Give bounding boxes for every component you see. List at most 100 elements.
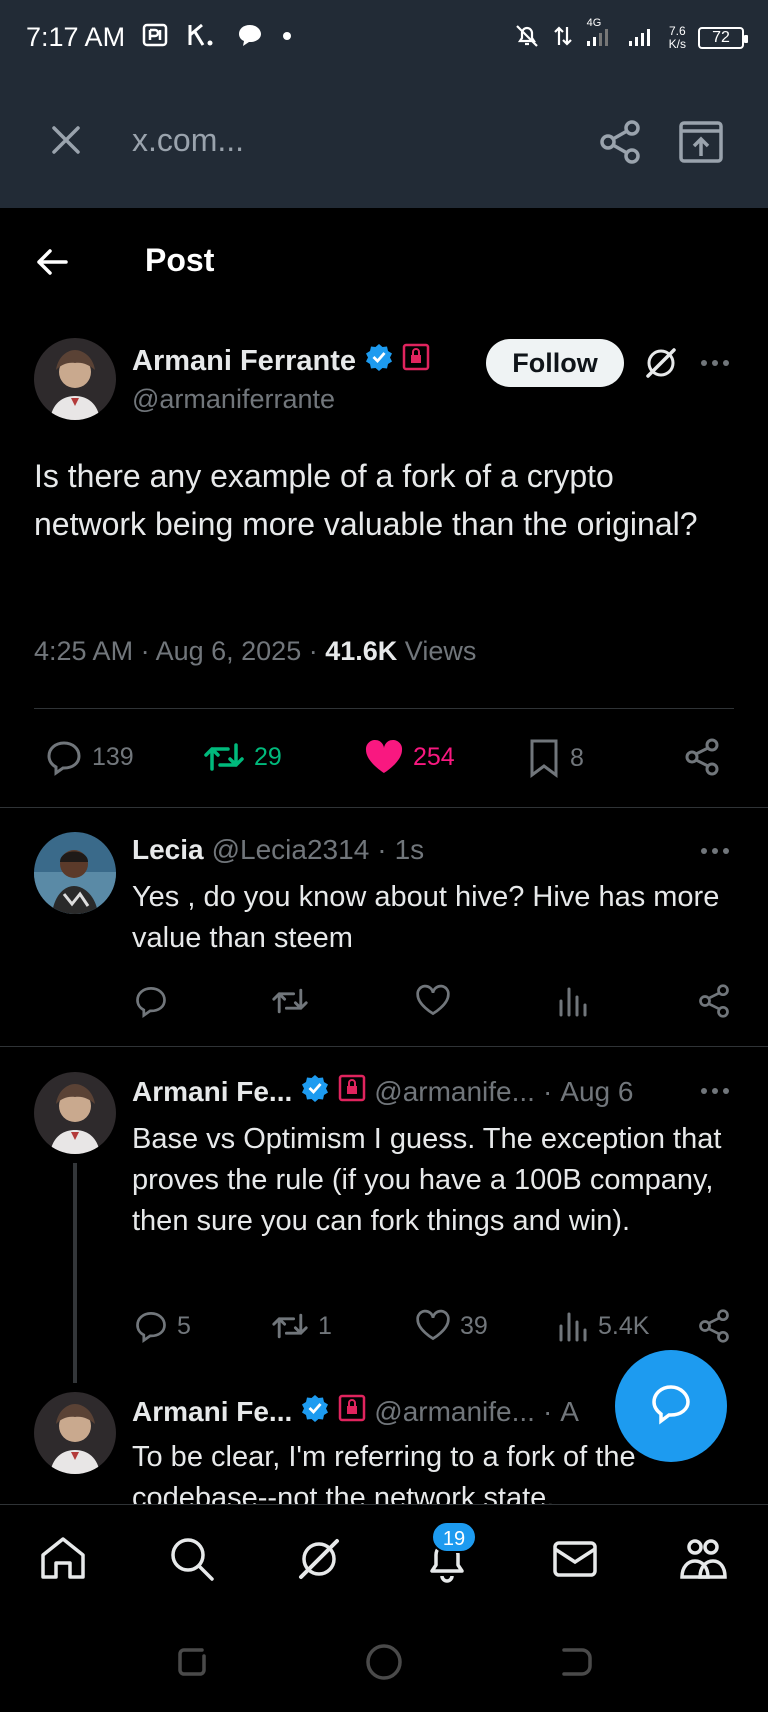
- reply-author-handle[interactable]: @Lecia2314: [212, 834, 370, 866]
- views-icon: [556, 1308, 590, 1344]
- heart-icon[interactable]: [414, 983, 452, 1024]
- author-name[interactable]: Armani Ferrante: [132, 345, 356, 378]
- speed-unit: K/s: [668, 36, 686, 51]
- follow-button[interactable]: Follow: [486, 339, 624, 387]
- reply-time[interactable]: Aug 6: [560, 1076, 633, 1108]
- k-app-icon: [186, 22, 218, 53]
- divider: [0, 1046, 768, 1047]
- author-avatar[interactable]: [34, 338, 116, 420]
- thread-line: [73, 1163, 77, 1383]
- back-arrow-icon[interactable]: [34, 244, 70, 280]
- repost-count: 1: [318, 1311, 332, 1340]
- recents-icon[interactable]: [172, 1642, 212, 1682]
- bookmark-icon: [526, 737, 562, 779]
- share-icon[interactable]: [596, 118, 644, 166]
- divider: [34, 708, 734, 709]
- search-icon[interactable]: [166, 1533, 218, 1585]
- more-options-icon[interactable]: [698, 836, 732, 866]
- reply-icon[interactable]: [133, 983, 169, 1024]
- notifications-badge: 19: [431, 1521, 477, 1553]
- views-label: Views: [404, 636, 477, 666]
- repost-count: 29: [254, 742, 282, 771]
- speed-value: 7.6: [668, 23, 686, 38]
- more-options-icon[interactable]: [698, 348, 732, 378]
- data-transfer-icon: [553, 23, 573, 52]
- share-icon: [682, 737, 722, 777]
- post-text: Is there any example of a fork of a cryp…: [34, 458, 698, 542]
- heart-filled-icon: [363, 737, 405, 777]
- like-action[interactable]: 254: [363, 737, 455, 777]
- reply-avatar[interactable]: [34, 1072, 116, 1154]
- author-name-row: Armani Ferrante: [132, 342, 430, 380]
- reply-author-handle[interactable]: @armanife...: [374, 1076, 535, 1108]
- status-system-icons: 4G 7.6 K/s 72: [513, 17, 748, 53]
- views-icon[interactable]: [556, 983, 590, 1024]
- views-action[interactable]: 5.4K: [556, 1308, 649, 1344]
- share-action[interactable]: [682, 737, 722, 777]
- home-icon[interactable]: [37, 1533, 89, 1585]
- grok-icon[interactable]: [293, 1533, 345, 1585]
- chat-bubble-icon: [236, 22, 264, 53]
- grok-icon[interactable]: [642, 344, 680, 382]
- reply-text: Base vs Optimism I guess. The exception …: [132, 1123, 722, 1237]
- browser-toolbar: x.com...: [0, 80, 768, 208]
- status-time: 7:17 AM: [26, 22, 126, 52]
- battery-icon: 72: [698, 26, 748, 49]
- reply-action[interactable]: 139: [44, 737, 134, 777]
- repost-action[interactable]: 1: [270, 1308, 332, 1344]
- repost-icon[interactable]: [270, 983, 310, 1024]
- like-count: 254: [413, 742, 455, 771]
- verified-badge-icon: [300, 1393, 330, 1430]
- post-date[interactable]: Aug 6, 2025: [156, 636, 302, 666]
- reply-header: Lecia @Lecia2314 · 1s: [132, 834, 424, 866]
- like-action[interactable]: 39: [414, 1308, 488, 1344]
- share-icon[interactable]: [696, 1308, 732, 1349]
- status-bar: 7:17 AM 4G 7.6 K/s 72: [0, 0, 768, 80]
- status-notification-icons: [142, 22, 292, 53]
- reply-count: 5: [177, 1311, 191, 1340]
- reply-avatar[interactable]: [34, 832, 116, 914]
- open-in-app-icon[interactable]: [676, 118, 726, 166]
- signal-icon-1: 4G: [585, 17, 615, 52]
- reply-header: Armani Fe... @armanife... · Aug 6: [132, 1073, 633, 1110]
- reply-author-name[interactable]: Lecia: [132, 834, 204, 866]
- verified-badge-icon: [364, 342, 394, 380]
- browser-url[interactable]: x.com...: [132, 122, 244, 159]
- repost-icon: [202, 737, 246, 777]
- page-title: Post: [145, 242, 215, 278]
- more-options-icon[interactable]: [698, 1076, 732, 1106]
- signal-icon-2: [627, 23, 657, 52]
- close-icon[interactable]: [44, 118, 88, 162]
- messages-icon[interactable]: [549, 1533, 601, 1585]
- verified-badge-icon: [300, 1073, 330, 1110]
- compose-reply-icon: [648, 1381, 694, 1432]
- bookmark-action[interactable]: 8: [526, 737, 584, 779]
- affiliate-badge-icon: [338, 1074, 366, 1109]
- reply-time[interactable]: 1s: [395, 834, 425, 866]
- affiliate-badge-icon: [338, 1394, 366, 1429]
- reply-count: 139: [92, 742, 134, 771]
- author-handle[interactable]: @armaniferrante: [132, 384, 335, 415]
- post-header: Post: [0, 208, 768, 312]
- reply-header: Armani Fe... @armanife... · A: [132, 1393, 579, 1430]
- reply-author-name[interactable]: Armani Fe...: [132, 1076, 292, 1108]
- communities-icon[interactable]: [677, 1533, 729, 1585]
- home-circle-icon[interactable]: [364, 1642, 404, 1682]
- network-speed: 7.6 K/s: [668, 23, 686, 51]
- repost-icon: [270, 1308, 310, 1344]
- reply-author-handle[interactable]: @armanife...: [374, 1396, 535, 1428]
- compose-reply-button[interactable]: [615, 1350, 727, 1462]
- share-icon[interactable]: [696, 983, 732, 1024]
- post-time[interactable]: 4:25 AM: [34, 636, 133, 666]
- reply-action[interactable]: 5: [133, 1308, 191, 1344]
- reply-time[interactable]: A: [560, 1396, 579, 1428]
- separator: ·: [542, 1395, 553, 1427]
- post-meta: 4:25 AM · Aug 6, 2025 · 41.6K Views: [34, 636, 477, 666]
- reply-avatar[interactable]: [34, 1392, 116, 1474]
- bottom-nav: [0, 1504, 768, 1612]
- system-navigation-bar: [0, 1612, 768, 1712]
- heart-icon: [414, 1308, 452, 1344]
- back-icon[interactable]: [556, 1642, 596, 1682]
- reply-author-name[interactable]: Armani Fe...: [132, 1396, 292, 1428]
- repost-action[interactable]: 29: [202, 737, 282, 777]
